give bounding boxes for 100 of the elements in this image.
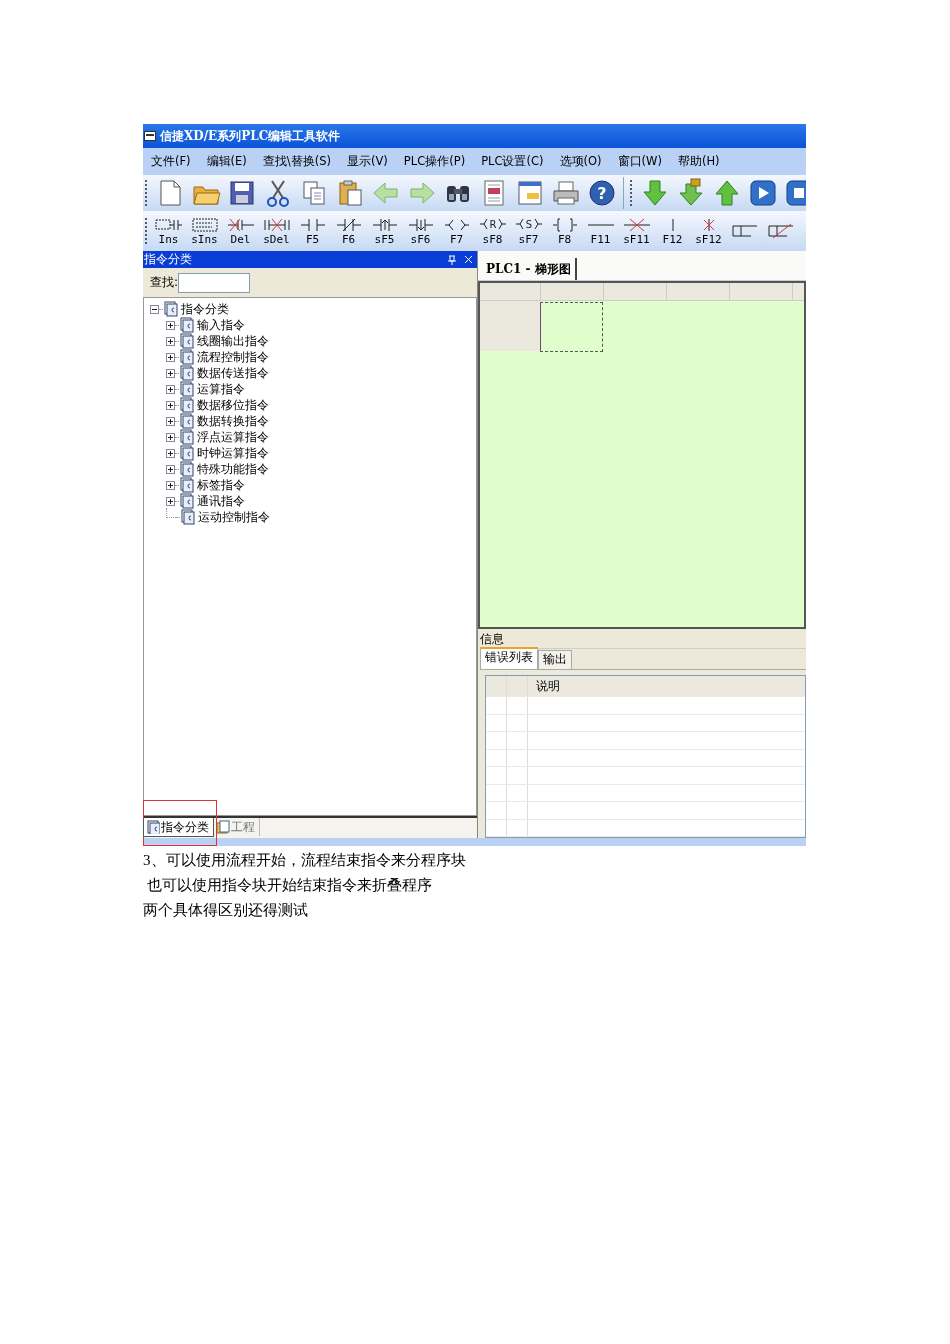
tree-item[interactable]: 输入指令: [194, 316, 245, 334]
ladder-symbol-icon: [227, 218, 254, 231]
book-icon: [179, 477, 194, 493]
book-icon: [179, 461, 194, 477]
tree-item[interactable]: 特殊功能指令: [194, 460, 269, 478]
menu-item[interactable]: 显示(V): [347, 154, 388, 169]
button-label: F7: [449, 232, 464, 246]
panel-tab[interactable]: 指令分类: [143, 818, 214, 837]
paragraph: 两个具体得区别还得测试: [143, 901, 309, 920]
menu-item[interactable]: 选项(O): [559, 154, 602, 169]
menu-item[interactable]: 编辑(E): [206, 154, 247, 169]
help-icon[interactable]: ?: [587, 178, 617, 208]
button-label: F6: [341, 232, 356, 246]
paragraph: 也可以使用指令块开始结束指令来折叠程序: [145, 876, 433, 895]
book-icon: [146, 820, 160, 834]
ladder-tool-button[interactable]: Ins: [152, 216, 185, 246]
button-label: F11: [590, 232, 611, 246]
menu-item[interactable]: PLC设置(C): [481, 154, 544, 169]
ladder-symbol-icon: [372, 218, 397, 231]
tree-item[interactable]: 标签指令: [194, 476, 245, 494]
lock-arrow-down-icon[interactable]: [676, 178, 706, 208]
ladder-tool-button[interactable]: sF11: [620, 216, 653, 246]
expand-icon[interactable]: [166, 448, 175, 458]
button-label: sF11: [623, 232, 650, 246]
info-tab[interactable]: 错误列表: [480, 647, 538, 669]
book-icon: [179, 381, 194, 397]
expand-icon[interactable]: [166, 464, 175, 474]
panel-tab[interactable]: 工程: [214, 818, 260, 836]
menu-item[interactable]: 文件(F): [151, 154, 191, 169]
menu-item[interactable]: 窗口(W): [617, 154, 662, 169]
ladder-tool-button[interactable]: Del: [224, 216, 257, 246]
search-field[interactable]: [178, 272, 251, 293]
menu-item[interactable]: PLC操作(P): [403, 154, 466, 169]
ladder-tool-button[interactable]: S sF7: [512, 216, 545, 246]
ladder-tool-button[interactable]: F12: [656, 216, 689, 246]
arrow-down-icon[interactable]: [640, 178, 670, 208]
button-label: sF12: [695, 232, 722, 246]
book-icon: [179, 349, 194, 365]
panel-title: 指令分类: [144, 251, 192, 268]
ladder-tool-button[interactable]: F8: [548, 216, 581, 246]
book-icon: [180, 509, 195, 525]
ladder-symbol-icon: [300, 218, 325, 231]
close-icon[interactable]: [464, 255, 473, 264]
ladder-symbol-icon: [552, 218, 577, 231]
book-icon: [179, 429, 194, 445]
expand-icon[interactable]: [166, 384, 175, 394]
tree-item[interactable]: 数据移位指令: [194, 396, 269, 414]
tree-item[interactable]: 线圈输出指令: [194, 332, 269, 350]
ladder-tool-button[interactable]: sIns: [188, 216, 221, 246]
expand-icon[interactable]: [166, 400, 175, 410]
arrow-up-icon[interactable]: [712, 178, 742, 208]
ladder-symbol-icon: [623, 218, 650, 231]
window-icon[interactable]: [515, 178, 545, 208]
button-label: F5: [305, 232, 320, 246]
button-label: F12: [662, 232, 683, 246]
stop-icon[interactable]: [784, 178, 806, 208]
expand-icon[interactable]: [166, 352, 175, 362]
book-icon: [179, 493, 194, 509]
ladder-tool-button[interactable]: sDel: [260, 216, 293, 246]
book-icon: [179, 333, 194, 349]
ladder-tool-button[interactable]: F7: [440, 216, 473, 246]
search-label: 查找:: [150, 274, 179, 291]
tree-item[interactable]: 运算指令: [194, 380, 245, 398]
ladder-tool-button[interactable]: F5: [296, 216, 329, 246]
ladder-symbol-icon: [703, 218, 714, 231]
ladder-tool-button[interactable]: sF6: [404, 216, 437, 246]
button-label: Del: [230, 232, 251, 246]
expand-icon[interactable]: [166, 416, 175, 426]
ladder-tool-button[interactable]: sF5: [368, 216, 401, 246]
expand-icon[interactable]: [166, 320, 175, 330]
app-icon: [144, 131, 156, 141]
tree-item[interactable]: 指令分类: [178, 300, 229, 318]
tree-item[interactable]: 时钟运算指令: [194, 444, 269, 462]
tree-item[interactable]: 数据转换指令: [194, 412, 269, 430]
expand-icon[interactable]: [166, 480, 175, 490]
tree-item[interactable]: 数据传送指令: [194, 364, 269, 382]
tree-item[interactable]: 通讯指令: [194, 492, 245, 510]
book-icon: [179, 317, 194, 333]
ladder-symbol-icon: [408, 218, 433, 231]
button-label: sF8: [482, 232, 503, 246]
expand-icon[interactable]: [166, 336, 175, 346]
pin-icon[interactable]: [448, 254, 456, 265]
menu-item[interactable]: 帮助(H): [677, 154, 720, 169]
cell-cursor: [540, 301, 603, 352]
ladder-tool-button[interactable]: F11: [584, 216, 617, 246]
book-icon: [179, 365, 194, 381]
collapse-icon[interactable]: [150, 304, 159, 314]
expand-icon[interactable]: [166, 496, 175, 506]
ladder-tool-button[interactable]: R sF8: [476, 216, 509, 246]
tree-item[interactable]: 流程控制指令: [194, 348, 269, 366]
menu-item[interactable]: 查找\替换(S): [262, 154, 331, 169]
ladder-tool-button[interactable]: F6: [332, 216, 365, 246]
info-tab[interactable]: 输出: [538, 650, 572, 669]
printer-icon[interactable]: [551, 178, 581, 208]
expand-icon[interactable]: [166, 432, 175, 442]
tree-item[interactable]: 浮点运算指令: [194, 428, 269, 446]
play-icon[interactable]: [748, 178, 778, 208]
ladder-tool-button[interactable]: sF12: [692, 216, 725, 246]
expand-icon[interactable]: [166, 368, 175, 378]
tree-item[interactable]: 运动控制指令: [195, 508, 270, 526]
